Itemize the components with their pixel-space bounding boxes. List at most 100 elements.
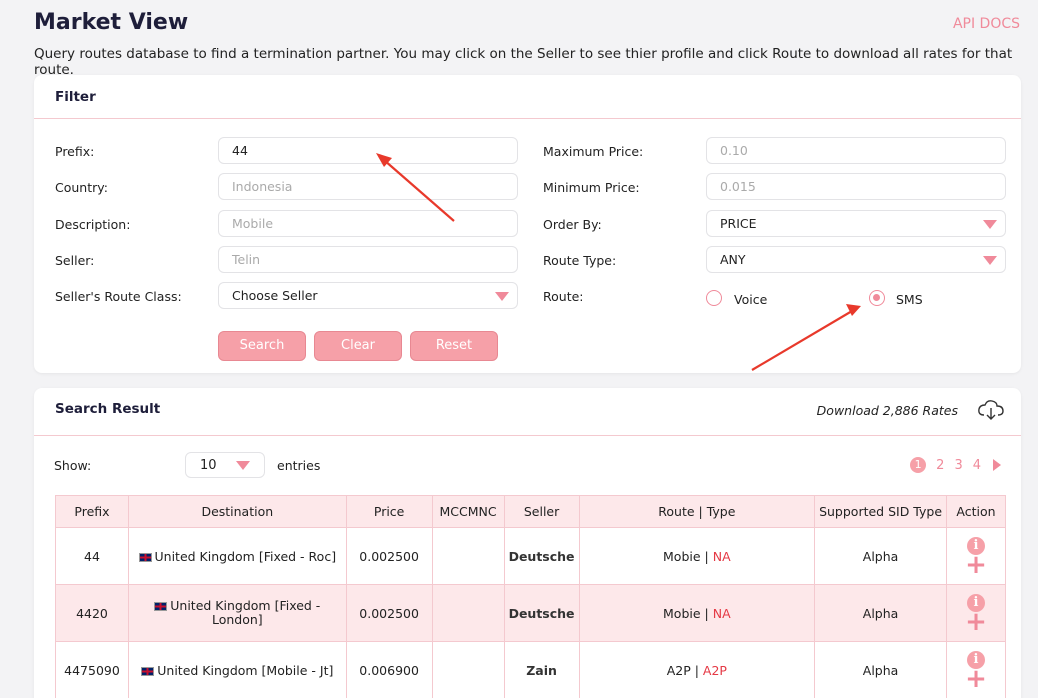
- cell-mccmnc: [431, 641, 505, 698]
- cell-action: i +: [945, 584, 1007, 642]
- cell-route[interactable]: Mobie | NA: [578, 584, 816, 642]
- destination-text: United Kingdom [Fixed - London]: [170, 598, 321, 627]
- cell-sid: Alpha: [814, 584, 947, 642]
- col-seller[interactable]: Seller: [503, 495, 580, 528]
- col-action: Action: [945, 495, 1007, 528]
- route-link[interactable]: A2P: [667, 663, 691, 678]
- voice-radio-label: Voice: [734, 292, 768, 307]
- cell-price: 0.002500: [345, 527, 433, 585]
- plus-icon[interactable]: +: [947, 609, 1005, 635]
- cell-destination: United Kingdom [Mobile - Jt]: [127, 641, 347, 698]
- type-text: NA: [712, 548, 731, 564]
- page-3[interactable]: 3: [954, 458, 962, 473]
- show-label: Show:: [54, 458, 92, 473]
- cell-prefix: 4475090: [55, 641, 129, 698]
- result-card: Search Result Download 2,886 Rates Show:…: [34, 388, 1021, 698]
- table-row: 4420 United Kingdom [Fixed - London] 0.0…: [55, 584, 1007, 642]
- col-mccmnc[interactable]: MCCMNC: [431, 495, 505, 528]
- next-page-icon[interactable]: [993, 459, 1001, 471]
- clear-button[interactable]: Clear: [314, 331, 402, 361]
- table-row: 44 United Kingdom [Fixed - Roc] 0.002500…: [55, 527, 1007, 585]
- cell-prefix: 44: [55, 527, 129, 585]
- route-class-label: Seller's Route Class:: [55, 289, 182, 304]
- route-type-value: ANY: [720, 252, 746, 267]
- destination-text: United Kingdom [Mobile - Jt]: [157, 662, 334, 678]
- chevron-down-icon: [495, 292, 509, 301]
- page-4[interactable]: 4: [973, 458, 981, 473]
- col-price[interactable]: Price: [345, 495, 433, 528]
- route-type-select[interactable]: ANY: [706, 246, 1006, 273]
- destination-text: United Kingdom [Fixed - Roc]: [154, 548, 337, 564]
- seller-link[interactable]: Deutsche: [503, 527, 580, 585]
- uk-flag-icon: [138, 552, 152, 562]
- sms-radio[interactable]: [869, 290, 885, 306]
- route-label: Route:: [543, 289, 584, 304]
- uk-flag-icon: [154, 602, 168, 611]
- pagination: 1 2 3 4: [910, 457, 1001, 473]
- col-route-type[interactable]: Route | Type: [578, 495, 816, 528]
- results-table: Prefix Destination Price MCCMNC Seller R…: [55, 495, 1007, 698]
- min-price-input[interactable]: 0.015: [706, 173, 1006, 200]
- cell-destination: United Kingdom [Fixed - London]: [127, 584, 347, 642]
- entries-label: entries: [277, 458, 321, 473]
- route-class-value: Choose Seller: [232, 288, 318, 303]
- max-price-label: Maximum Price:: [543, 144, 644, 159]
- cell-destination: United Kingdom [Fixed - Roc]: [127, 527, 347, 585]
- prefix-label: Prefix:: [55, 144, 95, 159]
- seller-link[interactable]: Zain: [503, 641, 580, 698]
- entries-select[interactable]: 10: [185, 452, 265, 478]
- type-text: A2P: [702, 662, 727, 678]
- order-by-label: Order By:: [543, 217, 602, 232]
- seller-link[interactable]: Deutsche: [503, 584, 580, 642]
- cell-sid: Alpha: [814, 527, 947, 585]
- cell-price: 0.002500: [345, 584, 433, 642]
- chevron-down-icon: [983, 220, 997, 229]
- description-input[interactable]: Mobile: [218, 210, 518, 237]
- cell-prefix: 4420: [55, 584, 129, 642]
- filter-card: Filter Prefix: 44 Country: Indonesia Des…: [34, 75, 1021, 373]
- cell-action: i +: [945, 641, 1007, 698]
- seller-input[interactable]: Telin: [218, 246, 518, 273]
- col-prefix[interactable]: Prefix: [55, 495, 129, 528]
- cell-price: 0.006900: [345, 641, 433, 698]
- type-text: NA: [712, 605, 731, 621]
- description-label: Description:: [55, 217, 131, 232]
- col-destination[interactable]: Destination: [127, 495, 347, 528]
- order-by-select[interactable]: PRICE: [706, 210, 1006, 237]
- cell-action: i +: [945, 527, 1007, 585]
- route-link[interactable]: Mobie: [663, 606, 701, 621]
- country-input[interactable]: Indonesia: [218, 173, 518, 200]
- chevron-down-icon: [983, 256, 997, 265]
- cloud-download-icon[interactable]: [977, 398, 1005, 422]
- prefix-input[interactable]: 44: [218, 137, 518, 164]
- uk-flag-icon: [141, 666, 155, 676]
- page-1[interactable]: 1: [910, 457, 927, 473]
- cell-route[interactable]: A2P | A2P: [578, 641, 816, 698]
- plus-icon[interactable]: +: [947, 666, 1005, 692]
- voice-radio[interactable]: [706, 290, 722, 306]
- page-title: Market View: [34, 10, 189, 35]
- entries-value: 10: [200, 458, 217, 473]
- country-label: Country:: [55, 180, 108, 195]
- table-row: 4475090 United Kingdom [Mobile - Jt] 0.0…: [55, 641, 1007, 698]
- page-subtitle: Query routes database to find a terminat…: [34, 46, 1013, 78]
- route-link[interactable]: Mobie: [663, 549, 701, 564]
- route-class-select[interactable]: Choose Seller: [218, 282, 518, 309]
- page-2[interactable]: 2: [936, 458, 944, 473]
- seller-label: Seller:: [55, 253, 95, 268]
- reset-button[interactable]: Reset: [410, 331, 498, 361]
- order-by-value: PRICE: [720, 216, 757, 231]
- download-rates-link[interactable]: Download 2,886 Rates: [817, 403, 958, 418]
- api-docs-link[interactable]: API DOCS: [953, 16, 1020, 32]
- sms-radio-label: SMS: [896, 292, 923, 307]
- max-price-input[interactable]: 0.10: [706, 137, 1006, 164]
- search-button[interactable]: Search: [218, 331, 306, 361]
- route-type-label: Route Type:: [543, 253, 617, 268]
- col-sid-type[interactable]: Supported SID Type: [814, 495, 947, 528]
- filter-title: Filter: [34, 75, 1021, 119]
- cell-mccmnc: [431, 527, 505, 585]
- cell-sid: Alpha: [814, 641, 947, 698]
- cell-mccmnc: [431, 584, 505, 642]
- plus-icon[interactable]: +: [947, 552, 1005, 578]
- cell-route[interactable]: Mobie | NA: [578, 527, 816, 585]
